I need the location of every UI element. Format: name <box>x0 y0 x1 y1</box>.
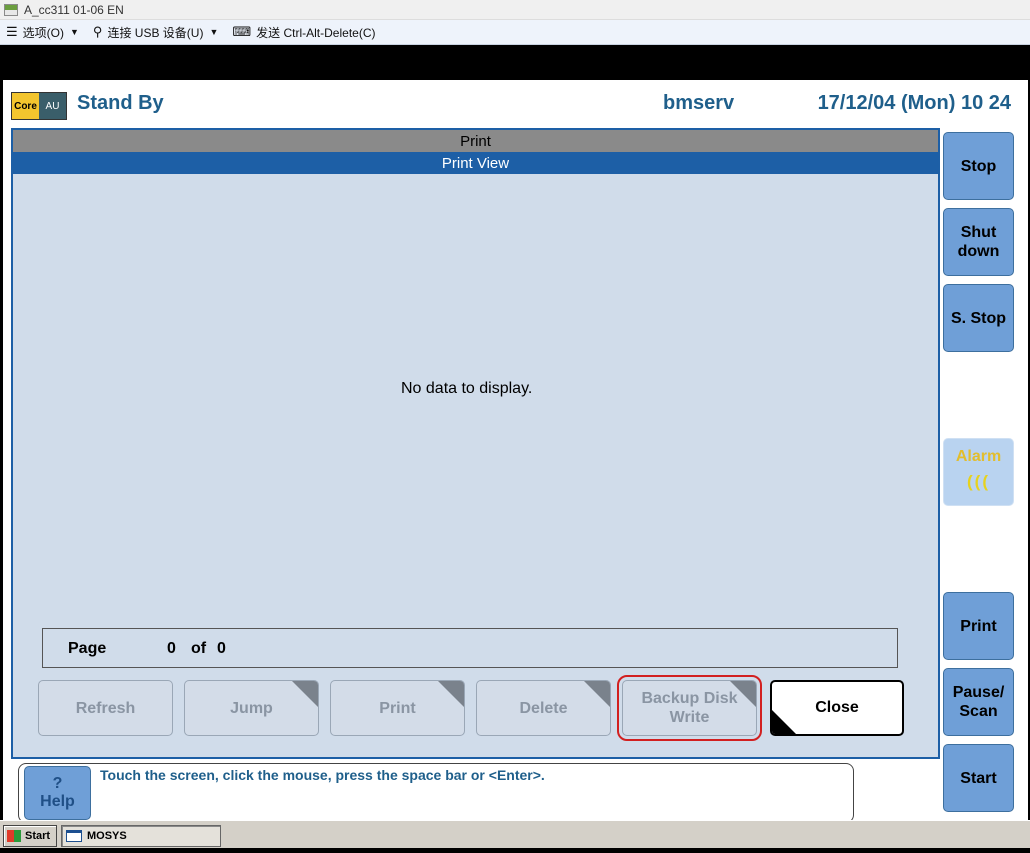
alarm-bell-icon: ((( <box>967 472 990 491</box>
shutdown-label-line1: Shut <box>960 224 997 241</box>
page-current: 0 <box>167 640 176 657</box>
app-screen: Core AU Stand By bmserv 17/12/04 (Mon) 1… <box>3 80 1028 823</box>
app-header: Core AU Stand By bmserv 17/12/04 (Mon) 1… <box>3 80 1028 128</box>
windows-logo-icon <box>7 830 21 842</box>
corner-marker-icon <box>438 681 464 707</box>
refresh-button[interactable]: Refresh <box>38 680 173 736</box>
taskbar-edge <box>0 848 1030 853</box>
help-label: Help <box>40 793 75 810</box>
corner-marker-icon <box>730 681 756 707</box>
black-band <box>0 45 1030 80</box>
remote-menubar: ☰ 选项(O) ▼ ⚲ 连接 USB 设备(U) ▼ ⌨ 发送 Ctrl-Alt… <box>0 20 1030 45</box>
os-start-label: Start <box>25 830 51 842</box>
start-label: Start <box>960 769 997 787</box>
app-icon <box>4 3 18 16</box>
core-au-logo: Core AU <box>11 92 67 120</box>
chevron-down-icon: ▼ <box>209 27 219 37</box>
menu-options-label: 选项(O) <box>22 25 64 40</box>
logo-core: Core <box>12 93 39 119</box>
backup-label-line2: Write <box>669 709 710 726</box>
panel-title: Print <box>13 130 938 152</box>
logo-au: AU <box>39 93 66 119</box>
user-name: bmserv <box>663 92 735 114</box>
print-panel: Print Print View No data to display. Pag… <box>11 128 940 759</box>
keyboard-icon: ⌨ <box>232 24 252 39</box>
datetime: 17/12/04 (Mon) 10 24 <box>817 92 1011 114</box>
refresh-label: Refresh <box>75 699 136 717</box>
stop-button[interactable]: Stop <box>943 132 1014 200</box>
jump-label: Jump <box>230 699 273 717</box>
shutdown-label-line2: down <box>957 243 1000 260</box>
backup-label: Backup Disk Write <box>641 689 737 727</box>
corner-marker-icon <box>292 681 318 707</box>
page-of: of <box>191 640 207 657</box>
remote-titlebar: A_cc311 01-06 EN <box>0 0 1030 20</box>
print-action-label: Print <box>379 699 416 717</box>
window-title: A_cc311 01-06 EN <box>24 2 124 17</box>
start-button[interactable]: Start <box>943 744 1014 812</box>
hamburger-icon: ☰ <box>6 24 18 39</box>
pause-scan-button[interactable]: Pause/ Scan <box>943 668 1014 736</box>
menu-usb-label: 连接 USB 设备(U) <box>107 25 204 40</box>
page-indicator: Page 0 of 0 <box>42 628 898 668</box>
window-icon <box>66 830 82 842</box>
menu-cad-label: 发送 Ctrl-Alt-Delete(C) <box>256 25 376 40</box>
s-stop-button[interactable]: S. Stop <box>943 284 1014 352</box>
alarm-label: Alarm <box>955 448 1002 465</box>
panel-subtitle: Print View <box>13 152 938 174</box>
jump-button[interactable]: Jump <box>184 680 319 736</box>
delete-button[interactable]: Delete <box>476 680 611 736</box>
print-side-label: Print <box>960 617 997 635</box>
page-total: 0 <box>217 640 226 657</box>
taskbar-item-mosys[interactable]: MOSYS <box>61 825 221 847</box>
stop-label: Stop <box>960 157 997 175</box>
close-label: Close <box>815 699 859 716</box>
print-side-button[interactable]: Print <box>943 592 1014 660</box>
usb-icon: ⚲ <box>92 24 103 39</box>
print-action-button[interactable]: Print <box>330 680 465 736</box>
delete-label: Delete <box>519 699 568 717</box>
pause-label-line1: Pause/ <box>952 684 1005 701</box>
menu-options[interactable]: ☰ 选项(O) ▼ <box>6 24 79 41</box>
corner-marker-icon <box>584 681 610 707</box>
close-button[interactable]: Close <box>770 680 904 736</box>
empty-message: No data to display. <box>401 380 533 397</box>
pause-label-line2: Scan <box>959 703 998 720</box>
status-text: Stand By <box>77 92 164 114</box>
corner-marker-icon <box>772 710 796 734</box>
page-label: Page <box>68 640 107 657</box>
backup-disk-write-button[interactable]: Backup Disk Write <box>617 675 762 741</box>
shutdown-button[interactable]: Shut down <box>943 208 1014 276</box>
help-icon: ? <box>52 775 63 792</box>
menu-ctrl-alt-delete[interactable]: ⌨ 发送 Ctrl-Alt-Delete(C) <box>232 24 375 41</box>
message-text: Touch the screen, click the mouse, press… <box>100 767 545 783</box>
os-start-button[interactable]: Start <box>3 825 57 847</box>
taskbar-item-label: MOSYS <box>87 830 127 842</box>
s-stop-label: S. Stop <box>950 309 1007 327</box>
help-button[interactable]: ? Help <box>24 766 91 820</box>
menu-usb[interactable]: ⚲ 连接 USB 设备(U) ▼ <box>93 24 218 41</box>
alarm-button[interactable]: Alarm ((( <box>943 438 1014 506</box>
backup-label-line1: Backup Disk <box>641 690 738 707</box>
chevron-down-icon: ▼ <box>69 27 79 37</box>
